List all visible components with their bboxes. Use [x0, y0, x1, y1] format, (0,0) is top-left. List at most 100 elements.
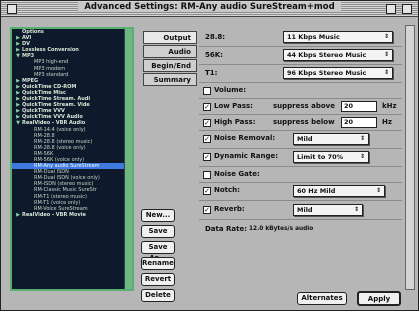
revert-button[interactable]: Revert — [141, 273, 175, 286]
delete-button[interactable]: Delete — [141, 289, 175, 302]
rate-56k-label: 56K: — [205, 51, 223, 59]
popup-arrows-icon: ⇕ — [383, 33, 389, 40]
data-rate-value: 12.0 kBytes/s audio — [249, 226, 314, 232]
reverb-popup[interactable]: Mild ⇕ — [293, 204, 363, 216]
reverb-value: Mild — [297, 206, 313, 214]
divider — [199, 64, 402, 65]
tree-item-label: RM-ISDN (stereo music) — [34, 181, 94, 188]
tree-item-label: MP3 modem — [34, 65, 66, 72]
tree-item-label: Options — [22, 29, 44, 35]
save-as-button[interactable]: Save As... — [141, 241, 175, 262]
save-button[interactable]: Save — [141, 225, 175, 238]
volume-checkbox[interactable] — [203, 87, 211, 95]
tree-item-label: RM-Dual ISDN (voice only) — [34, 175, 100, 182]
low-pass-field[interactable]: 20 — [341, 101, 377, 112]
tree-item-label: MP3 high-end — [34, 59, 69, 66]
preset-tree[interactable]: Options ▶ AVI ▶ DV ▶ Lossless Conversion ▼ MP3 MP… — [10, 27, 134, 291]
divider — [199, 98, 402, 99]
noise-removal-popup[interactable]: Mild ⇕ — [293, 133, 369, 145]
tree-item-label: QuickTime CD-ROM — [22, 83, 77, 90]
tree-item-label: QuickTime Misc — [22, 89, 66, 96]
tab-begin-end[interactable]: Begin/End — [143, 59, 197, 72]
rate-t1-popup[interactable]: 96 Kbps Stereo Music ⇕ — [283, 67, 393, 79]
divider — [199, 82, 402, 83]
tree-item-label: RM-T1 (voice only) — [34, 199, 81, 206]
high-pass-checkbox[interactable]: ✓ — [203, 119, 211, 127]
settings-scrollbar[interactable] — [405, 25, 415, 290]
tree-item-label: RM-28.8 (stereo music) — [34, 138, 93, 145]
data-rate-label: Data Rate: — [205, 225, 248, 233]
dynamic-range-label: Dynamic Range: — [214, 152, 279, 160]
zoom-box[interactable] — [386, 4, 396, 14]
high-pass-unit: Hz — [382, 118, 392, 126]
popup-arrows-icon: ⇕ — [359, 135, 365, 142]
tree-item-label: RealVideo - VBR Audio — [22, 120, 86, 127]
tree-item-label: RM-28.8 — [34, 132, 55, 139]
divider — [199, 166, 402, 167]
low-pass-unit: kHz — [382, 102, 397, 110]
low-pass-checkbox[interactable]: ✓ — [203, 103, 211, 111]
notch-checkbox[interactable]: ✓ — [203, 187, 211, 195]
tab-summary-label: Summary — [153, 76, 191, 84]
rate-28-8-value: 11 Kbps Music — [287, 33, 340, 41]
settings-panel: 28.8: 11 Kbps Music ⇕ 56K: 44 Kbps Stereo… — [199, 27, 402, 291]
settings-window: Advanced Settings: RM-Any audio SureStre… — [0, 0, 419, 311]
noise-removal-checkbox[interactable]: ✓ — [203, 135, 211, 143]
dynamic-range-checkbox[interactable]: ✓ — [203, 153, 211, 161]
popup-arrows-icon: ⇕ — [375, 187, 381, 194]
reverb-checkbox[interactable]: ✓ — [203, 206, 211, 214]
tab-output-label: Output — [163, 34, 191, 42]
tree-item-label: RM-14.4 (voice only) — [34, 126, 86, 133]
apply-button[interactable]: Apply — [357, 291, 401, 306]
tree-item-label: DV — [22, 41, 31, 48]
high-pass-label: High Pass: — [214, 118, 256, 126]
title-bar[interactable]: Advanced Settings: RM-Any audio SureStre… — [1, 1, 418, 17]
divider — [199, 219, 402, 220]
popup-arrows-icon: ⇕ — [383, 69, 389, 76]
tree-scrollbar[interactable] — [124, 29, 132, 289]
divider — [199, 148, 402, 149]
tab-begin-end-label: Begin/End — [151, 62, 191, 70]
tree-folder[interactable]: ▶ RealVideo - VBR Movie — [12, 212, 132, 218]
high-pass-mode: suppress below — [273, 118, 335, 126]
tree-item-label: MP3 standard — [34, 71, 69, 78]
tree-item-label: RM-Classic Music SureStr — [34, 187, 97, 194]
alternates-button[interactable]: Alternates — [297, 292, 347, 305]
tree-item-label: RM-Any audio SureStream — [34, 163, 100, 170]
tree-item-label: Lossless Conversion — [22, 47, 79, 54]
tab-audio[interactable]: Audio — [143, 45, 197, 58]
tree-item-label: MPEG — [22, 77, 39, 84]
high-pass-field[interactable]: 20 — [341, 117, 377, 128]
tree-item-label: RM-56K (voice only) — [34, 156, 85, 163]
tree-item-label: QuickTime Stream. Audi — [22, 96, 91, 103]
noise-gate-checkbox[interactable] — [203, 171, 211, 179]
dynamic-range-value: Limit to 70% — [297, 153, 344, 161]
reverb-label: Reverb: — [214, 205, 245, 213]
rate-56k-popup[interactable]: 44 Kbps Stereo Music ⇕ — [283, 49, 393, 61]
rate-t1-value: 96 Kbps Stereo Music — [287, 69, 367, 77]
disclosure-closed-icon[interactable]: ▶ — [14, 212, 22, 218]
tree-item-label: MP3 — [22, 53, 35, 60]
tree-item-label: QuickTime VVV Audio — [22, 114, 83, 121]
new-button[interactable]: New... — [141, 209, 175, 222]
rate-56k-value: 44 Kbps Stereo Music — [287, 51, 367, 59]
divider — [199, 182, 402, 183]
low-pass-mode: suppress above — [273, 102, 335, 110]
popup-arrows-icon: ⇕ — [359, 153, 365, 160]
tree-item-label: QuickTime VVV — [22, 108, 65, 115]
tab-summary[interactable]: Summary — [143, 73, 197, 86]
window-title-text: Advanced Settings: RM-Any audio SureStre… — [78, 2, 341, 12]
tab-output[interactable]: Output — [143, 31, 197, 44]
noise-gate-label: Noise Gate: — [214, 170, 260, 178]
tab-audio-label: Audio — [168, 48, 191, 56]
rate-28-8-popup[interactable]: 11 Kbps Music ⇕ — [283, 31, 393, 43]
dynamic-range-popup[interactable]: Limit to 70% ⇕ — [293, 151, 369, 163]
divider — [199, 114, 402, 115]
notch-popup[interactable]: 60 Hz Mild ⇕ — [293, 185, 385, 197]
rate-t1-label: T1: — [205, 69, 218, 77]
noise-removal-label: Noise Removal: — [214, 134, 276, 142]
tree-item-label: RM-28.8 (voice only) — [34, 144, 86, 151]
collapse-box[interactable] — [402, 4, 412, 14]
rename-button[interactable]: Rename — [141, 257, 175, 270]
rate-28-8-label: 28.8: — [205, 33, 226, 41]
